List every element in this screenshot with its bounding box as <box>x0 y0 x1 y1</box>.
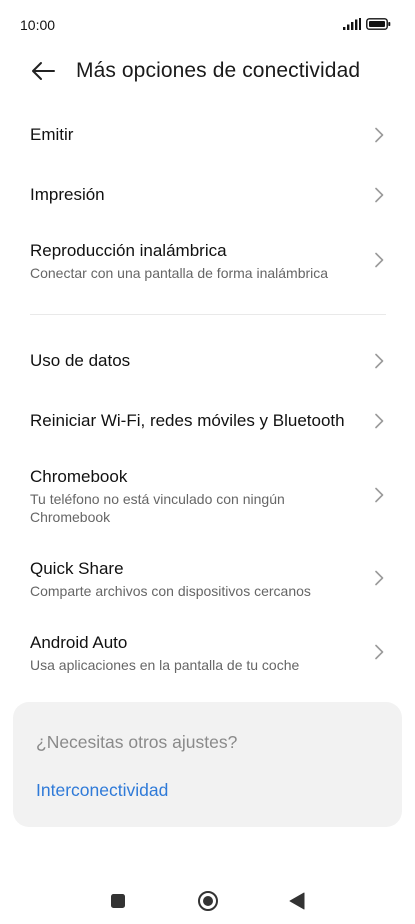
navigation-bar <box>0 880 415 920</box>
item-title: Android Auto <box>30 633 128 652</box>
chevron-right-icon <box>375 187 384 203</box>
item-title: Uso de datos <box>30 351 131 370</box>
chevron-right-icon <box>375 487 384 503</box>
list-item-quick-share[interactable]: Quick Share Comparte archivos con dispos… <box>0 550 415 608</box>
list-item-android-auto[interactable]: Android Auto Usa aplicaciones en la pant… <box>0 624 415 682</box>
list-item-uso-de-datos[interactable]: Uso de datos <box>0 336 415 386</box>
back-button[interactable] <box>28 56 58 86</box>
item-subtitle: Tu teléfono no está vinculado con ningún… <box>30 491 285 525</box>
status-bar: 10:00 <box>0 0 415 48</box>
item-subtitle: Comparte archivos con dispositivos cerca… <box>30 583 311 599</box>
list-item-reproduccion-inalambrica[interactable]: Reproducción inalámbrica Conectar con un… <box>0 232 415 290</box>
recents-button[interactable] <box>105 888 131 914</box>
list-item-impresion[interactable]: Impresión <box>0 170 415 220</box>
screen: 10:00 Más opciones de conectividad Emiti… <box>0 0 415 924</box>
item-title: Reiniciar Wi-Fi, redes móviles y Bluetoo… <box>30 411 345 430</box>
item-subtitle: Usa aplicaciones en la pantalla de tu co… <box>30 657 300 673</box>
suggestion-card: ¿Necesitas otros ajustes? Interconectivi… <box>13 702 402 827</box>
chevron-right-icon <box>375 413 384 429</box>
status-icons <box>343 17 391 35</box>
item-title: Chromebook <box>30 467 128 486</box>
list-item-chromebook[interactable]: Chromebook Tu teléfono no está vinculado… <box>0 458 415 536</box>
list-item-reiniciar-wifi[interactable]: Reiniciar Wi-Fi, redes móviles y Bluetoo… <box>0 396 415 446</box>
item-title: Impresión <box>30 185 105 204</box>
signal-icon <box>343 17 361 35</box>
item-title: Quick Share <box>30 559 124 578</box>
recents-square-icon <box>111 894 125 908</box>
chevron-right-icon <box>375 570 384 586</box>
home-circle-icon <box>198 891 218 911</box>
chevron-right-icon <box>375 252 384 268</box>
page-title: Más opciones de conectividad <box>76 59 361 82</box>
chevron-right-icon <box>375 644 384 660</box>
header: Más opciones de conectividad <box>0 50 415 94</box>
item-title: Emitir <box>30 125 74 144</box>
card-title: ¿Necesitas otros ajustes? <box>36 732 238 752</box>
back-nav-button[interactable] <box>284 888 310 914</box>
list-item-emitir[interactable]: Emitir <box>0 110 415 160</box>
item-title: Reproducción inalámbrica <box>30 241 227 260</box>
back-triangle-icon <box>289 892 305 910</box>
interconectividad-link[interactable]: Interconectividad <box>36 780 168 801</box>
home-button[interactable] <box>195 888 221 914</box>
chevron-right-icon <box>375 353 384 369</box>
section-divider <box>30 314 386 315</box>
arrow-left-icon <box>32 62 55 80</box>
battery-icon <box>366 17 391 35</box>
chevron-right-icon <box>375 127 384 143</box>
status-time: 10:00 <box>20 17 56 33</box>
item-subtitle: Conectar con una pantalla de forma inalá… <box>30 265 329 281</box>
